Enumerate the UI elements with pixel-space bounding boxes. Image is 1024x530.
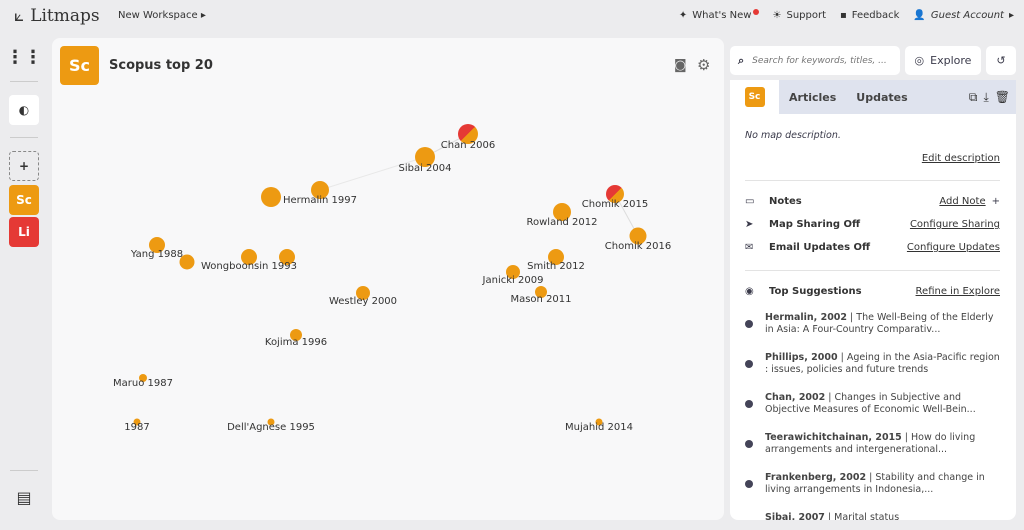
suggestion-text: Sibai, 2007 | Marital status bbox=[765, 512, 899, 520]
tab-updates[interactable]: Updates bbox=[846, 91, 917, 104]
search-icon: ⌕ bbox=[738, 53, 745, 67]
divider bbox=[10, 137, 38, 138]
discover-button[interactable]: ◐ bbox=[9, 95, 39, 125]
account-menu[interactable]: 👤 Guest Account ▸ bbox=[913, 10, 1014, 21]
add-map-button[interactable]: + bbox=[9, 151, 39, 181]
map-node-label[interactable]: Wongboonsin 1993 bbox=[201, 261, 297, 272]
suggestion-text: Hermalin, 2002 | The Well-Being of the E… bbox=[765, 312, 1000, 336]
litmaps-logo-icon: ⟀ bbox=[14, 6, 25, 26]
suggestion-text: Chan, 2002 | Changes in Subjective and O… bbox=[765, 392, 1000, 416]
tab-map[interactable]: Sc bbox=[730, 80, 779, 114]
suggestion-item[interactable]: Frankenberg, 2002 | Stability and change… bbox=[745, 472, 1000, 496]
suggestion-author: Frankenberg, 2002 bbox=[765, 472, 867, 483]
side-panel: Sc Articles Updates ⧉ ⤓ 🗑 No map descripti… bbox=[730, 80, 1016, 520]
divider bbox=[745, 270, 1000, 271]
map-node-label[interactable]: Kojima 1996 bbox=[265, 337, 327, 348]
suggestion-author: Teerawichitchainan, 2015 bbox=[765, 432, 902, 443]
divider bbox=[10, 81, 38, 82]
paper-plane-icon: ➤ bbox=[745, 219, 754, 230]
history-icon: ↺ bbox=[996, 54, 1006, 67]
add-note-link[interactable]: Add Note bbox=[939, 196, 985, 207]
suggestion-text: Teerawichitchainan, 2015 | How do living… bbox=[765, 432, 1000, 456]
suggestion-author: Chan, 2002 bbox=[765, 392, 826, 403]
chat-icon: ▪ bbox=[840, 10, 847, 21]
apps-grid-icon[interactable]: ⋮⋮ bbox=[6, 42, 42, 72]
notes-icon: ▭ bbox=[745, 196, 755, 207]
configure-sharing-link[interactable]: Configure Sharing bbox=[910, 219, 1000, 230]
search-input[interactable] bbox=[752, 55, 888, 66]
feedback-button[interactable]: ▪ Feedback bbox=[840, 10, 899, 21]
history-button[interactable]: ↺ bbox=[986, 46, 1016, 75]
map-node-label[interactable]: Mujahid 2014 bbox=[565, 422, 633, 433]
suggestion-author: Phillips, 2000 bbox=[765, 352, 838, 363]
suggestion-author: Sibai, 2007 bbox=[765, 512, 825, 520]
plus-icon[interactable]: + bbox=[992, 196, 1000, 207]
map-node-label[interactable]: Sibai 2004 bbox=[398, 163, 451, 174]
workspace-menu[interactable]: New Workspace ▸ bbox=[118, 10, 206, 21]
map-node-label[interactable]: Dell'Agnese 1995 bbox=[227, 422, 315, 433]
suggestion-text: Phillips, 2000 | Ageing in the Asia-Paci… bbox=[765, 352, 1000, 376]
top-bar: ⟀ Litmaps New Workspace ▸ ✦ What's New ☀ Su… bbox=[0, 0, 1024, 34]
suggestion-text: Frankenberg, 2002 | Stability and change… bbox=[765, 472, 1000, 496]
venn-icon: ◐ bbox=[18, 103, 30, 117]
map-node-label[interactable]: Rowland 2012 bbox=[526, 217, 597, 228]
map-node-label[interactable]: Mason 2011 bbox=[510, 294, 571, 305]
map-node-label[interactable]: Hermalin 1997 bbox=[283, 195, 357, 206]
divider bbox=[10, 470, 38, 471]
divider bbox=[745, 180, 1000, 181]
sidebar-item-li[interactable]: Li bbox=[9, 217, 39, 247]
explore-button[interactable]: ◎ Explore bbox=[905, 46, 981, 75]
map-node-label[interactable]: Chomik 2015 bbox=[582, 199, 648, 210]
suggestion-author: Hermalin, 2002 bbox=[765, 312, 848, 323]
notes-icon[interactable]: ▤ bbox=[9, 482, 39, 512]
suggestion-item[interactable]: Chan, 2002 | Changes in Subjective and O… bbox=[745, 392, 1000, 416]
map-node-label[interactable]: Janicki 2009 bbox=[483, 275, 544, 286]
search-bar[interactable]: ⌕ bbox=[730, 46, 900, 75]
bullet-icon bbox=[745, 440, 753, 448]
suggestion-item[interactable]: Hermalin, 2002 | The Well-Being of the E… bbox=[745, 312, 1000, 336]
whats-new-button[interactable]: ✦ What's New bbox=[678, 8, 759, 21]
edit-description-link[interactable]: Edit description bbox=[922, 153, 1000, 164]
tab-articles[interactable]: Articles bbox=[779, 91, 846, 104]
trash-icon[interactable]: 🗑 bbox=[995, 90, 1010, 105]
map-node[interactable] bbox=[261, 187, 281, 207]
map-node-label[interactable]: Smith 2012 bbox=[527, 261, 585, 272]
sparkle-icon: ✦ bbox=[678, 10, 688, 21]
map-edges bbox=[319, 133, 639, 237]
bullet-icon bbox=[745, 320, 753, 328]
email-icon: ✉ bbox=[745, 242, 754, 253]
bullet-icon bbox=[745, 400, 753, 408]
notification-dot bbox=[752, 8, 759, 15]
logo[interactable]: ⟀ Litmaps bbox=[14, 6, 100, 26]
map-node-label[interactable]: Chomik 2016 bbox=[605, 241, 671, 252]
map-node-label[interactable]: 1987 bbox=[124, 422, 149, 433]
configure-updates-link[interactable]: Configure Updates bbox=[907, 242, 1000, 253]
target-icon: ◉ bbox=[745, 286, 754, 297]
sidebar: ⋮⋮ ◐ + Sc Li ▤ bbox=[0, 36, 48, 530]
download-icon[interactable]: ⤓ bbox=[983, 90, 988, 105]
suggestion-item[interactable]: Sibai, 2007 | Marital status bbox=[745, 512, 1000, 520]
refine-explore-link[interactable]: Refine in Explore bbox=[916, 286, 1000, 297]
suggestion-title: | Marital status bbox=[824, 512, 900, 520]
user-icon: 👤 bbox=[913, 10, 926, 21]
suggestion-item[interactable]: Teerawichitchainan, 2015 | How do living… bbox=[745, 432, 1000, 456]
explore-icon: ◎ bbox=[914, 54, 925, 67]
map-node-label[interactable]: Maruo 1987 bbox=[113, 378, 173, 389]
bullet-icon bbox=[745, 480, 753, 488]
map-node-label[interactable]: Chan 2006 bbox=[441, 140, 495, 151]
map-description: No map description. bbox=[745, 130, 841, 141]
map-node-label[interactable]: Yang 1988 bbox=[131, 249, 183, 260]
map-canvas[interactable]: Sc Scopus top 20 ◙ ⚙ Chan 2006 Sibai 2004… bbox=[52, 38, 724, 520]
sidebar-item-scopus[interactable]: Sc bbox=[9, 185, 39, 215]
duplicate-icon[interactable]: ⧉ bbox=[969, 90, 978, 105]
bullet-icon bbox=[745, 360, 753, 368]
lightbulb-icon: ☀ bbox=[772, 10, 782, 21]
panel-tabs: Sc Articles Updates ⧉ ⤓ 🗑 bbox=[730, 80, 1016, 114]
support-button[interactable]: ☀ Support bbox=[773, 10, 827, 21]
map-node-label[interactable]: Westley 2000 bbox=[329, 296, 397, 307]
suggestion-item[interactable]: Phillips, 2000 | Ageing in the Asia-Paci… bbox=[745, 352, 1000, 376]
